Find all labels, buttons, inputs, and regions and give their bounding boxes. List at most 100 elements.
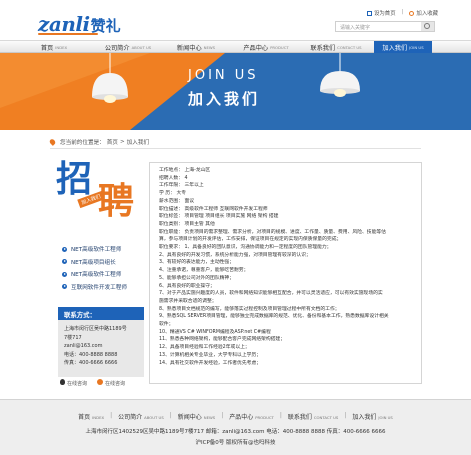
detail-line: 职位标签： 项目管理 项目组长 项目实施 网络 架构 搭建 xyxy=(159,214,279,220)
detail-line: 学 历： 大专 xyxy=(159,191,187,197)
arrow-icon xyxy=(62,284,67,290)
footer-link-about[interactable]: 公司简介 ABOUT US xyxy=(112,412,170,421)
detail-line: 招聘人数： 4 xyxy=(159,175,188,181)
detail-line: 职位职能： 负责项目的需求整理、需求分析，对项目的规模、进度、工作量、质量、费用… xyxy=(159,229,386,235)
footer-link-label: 产品中心 xyxy=(229,414,254,421)
wangwang-icon xyxy=(97,379,104,385)
contact-title: 联系方式： xyxy=(58,307,144,320)
breadcrumb-current: 加入我们 xyxy=(126,140,150,146)
detail-line: 10、精通VS C# WINFORM编程及ASP.net C#编程 xyxy=(159,329,271,335)
job-item[interactable]: NET高级软件工程师 xyxy=(62,268,142,281)
nav-join[interactable]: 加入我们 JOIN US xyxy=(374,41,432,53)
contact-phone: 电话：400-8888 8888 xyxy=(64,351,118,358)
detail-line: 3、有较好的表达能力，主动性强； xyxy=(159,260,235,266)
job-item[interactable]: NET高级软件工程师 xyxy=(62,243,142,256)
add-favorite-label: 加入收藏 xyxy=(416,11,438,17)
nav-label: 公司简介 xyxy=(104,44,130,52)
job-item[interactable]: NET高级项目组长 xyxy=(62,256,142,269)
breadcrumb: 您当前的位置是： 首页 > 加入我们 xyxy=(48,138,150,146)
footer-link-news[interactable]: 新闻中心 NEWS xyxy=(172,412,221,421)
job-title: 互联网软件开发工程师 xyxy=(71,284,127,291)
job-title: NET高级软件工程师 xyxy=(71,272,122,279)
footer-link-label-en: PRODUCT xyxy=(255,415,274,420)
favorite-icon xyxy=(409,11,415,16)
add-favorite-link[interactable]: 加入收藏 xyxy=(409,9,438,17)
arrow-icon xyxy=(62,271,67,277)
footer-link-contact[interactable]: 联系我们 CONTACT US xyxy=(282,412,344,421)
footer-link-label: 新闻中心 xyxy=(177,414,202,421)
online-consult: 在线咨询 在线咨询 xyxy=(60,379,125,387)
footer-icp: 沪ICP备0号 版权所有@也吗科技 xyxy=(195,440,276,446)
recruit-char-2: 聘 xyxy=(98,181,135,222)
nav-label: 联系我们 xyxy=(310,44,336,52)
contact-address-2: 7楼717 xyxy=(64,334,82,341)
detail-line: 14、具有社交软件开发经验，工作者优先考虑； xyxy=(159,360,262,366)
nav-label-en: PRODUCT xyxy=(270,44,289,50)
footer-address: 上海市闵行区1402529区吴中路1189号7楼717 邮箱：zanli@163… xyxy=(85,429,386,435)
banner-title-cn: 加入我们 xyxy=(188,90,261,108)
footer-link-label-en: INDEX xyxy=(92,415,105,420)
footer-link-label-en: NEWS xyxy=(203,415,216,420)
contact-fax: 传真：400-6666 6666 xyxy=(64,360,118,367)
consult-label: 在线咨询 xyxy=(67,381,88,387)
nav-label-en: ABOUT US xyxy=(131,44,152,50)
detail-line: 算，参与项目计划的开发评估，工作安排，保证项目在规定的实现内保质保量的完成； xyxy=(159,237,342,243)
nav-label-en: INDEX xyxy=(55,44,68,50)
set-homepage-link[interactable]: 设为首页 xyxy=(367,9,396,17)
nav-home[interactable]: 首页 INDEX xyxy=(28,41,80,53)
detail-line: 2、具有良好的开发习惯，系统分析能力强，对项目管理有较深的认识； xyxy=(159,252,311,258)
search-input[interactable]: 请输入关键字 xyxy=(335,21,435,32)
nav-label-en: NEWS xyxy=(203,44,216,50)
detail-line: 9、熟悉SQL SERVER项目管理，能够独立完成数据库的规范、优化、备份和基本… xyxy=(159,314,389,320)
detail-line: 4、注重承诺，尊重客户，能够吃苦耐劳； xyxy=(159,268,249,274)
footer-link-home[interactable]: 首页 INDEX xyxy=(72,412,110,421)
job-title: NET高级项目组长 xyxy=(71,259,116,266)
main-nav: 首页 INDEX 公司简介 ABOUT US 新闻中心 NEWS 产品中心 PRODUC… xyxy=(0,40,471,53)
breadcrumb-home[interactable]: 首页 xyxy=(107,138,118,146)
logo-underline xyxy=(38,33,98,35)
separator: | xyxy=(401,9,404,15)
detail-line: 工作年限： 三年以上 xyxy=(159,183,204,189)
contact-email: zanli@163.com xyxy=(64,343,103,350)
nav-product[interactable]: 产品中心 PRODUCT xyxy=(238,41,294,53)
detail-line: 软件； xyxy=(159,322,174,328)
nav-label-en: CONTACT US xyxy=(337,44,362,50)
contact-address: 上海市闵行区吴中路1189号 xyxy=(64,326,127,332)
recruit-graphic: 招 聘 加入我们 xyxy=(52,162,142,232)
breadcrumb-separator: > xyxy=(119,139,125,145)
consult-label: 在线咨询 xyxy=(105,381,126,387)
nav-news[interactable]: 新闻中心 NEWS xyxy=(170,41,222,53)
nav-label: 产品中心 xyxy=(243,44,269,52)
nav-about[interactable]: 公司简介 ABOUT US xyxy=(97,41,159,53)
detail-line: 职位要求： 1、具备良好的团队意识，沟通协调能力和一定程度的团队管理能力； xyxy=(159,245,332,251)
set-homepage-label: 设为首页 xyxy=(374,11,396,17)
footer-link-label-en: ABOUT US xyxy=(144,415,164,420)
nav-label: 首页 xyxy=(40,44,54,52)
footer-link-label: 加入我们 xyxy=(352,414,377,421)
qq-consult-link[interactable]: 在线咨询 xyxy=(60,379,87,387)
detail-line: 11、熟悉各种网络架构，能够配合客户完成网络架构搭建； xyxy=(159,337,286,343)
footer: 首页 INDEX | 公司简介 ABOUT US | 新闻中心 NEWS | 产品中心… xyxy=(0,399,471,455)
nav-label: 加入我们 xyxy=(382,44,408,52)
qq-icon xyxy=(60,379,65,385)
top-links: 设为首页 | 加入收藏 xyxy=(367,9,438,17)
detail-line: 施需求并采取合适的调整； xyxy=(159,298,217,304)
wangwang-consult-link[interactable]: 在线咨询 xyxy=(97,379,125,387)
recruit-char-1: 招 xyxy=(56,159,93,200)
detail-line: 薪水范围： 面议 xyxy=(159,198,195,204)
job-item[interactable]: 互联网软件开发工程师 xyxy=(62,281,142,294)
location-pin-icon xyxy=(48,138,57,146)
job-list: NET高级软件工程师 NET高级项目组长 NET高级软件工程师 互联网软件开发工… xyxy=(62,243,142,293)
footer-nav: 首页 INDEX | 公司简介 ABOUT US | 新闻中心 NEWS | 产品中心… xyxy=(0,412,471,421)
nav-label-en: JOIN US xyxy=(409,44,424,50)
detail-line: 6、具有良好的职业操守； xyxy=(159,283,215,289)
arrow-icon xyxy=(62,259,67,265)
contact-box: 上海市闵行区吴中路1189号 7楼717 zanli@163.com 电话：40… xyxy=(58,320,144,377)
footer-link-label: 联系我们 xyxy=(287,414,312,421)
footer-link-product[interactable]: 产品中心 PRODUCT xyxy=(223,412,280,421)
footer-link-join[interactable]: 加入我们 JOIN US xyxy=(346,412,398,421)
search-button[interactable] xyxy=(421,22,434,31)
detail-line: 8、熟悉项目文档规范的编写，能够落实过程控制及项目管理过程中所有文档的工作； xyxy=(159,306,340,312)
nav-contact[interactable]: 联系我们 CONTACT US xyxy=(305,41,367,53)
breadcrumb-divider xyxy=(50,148,421,149)
